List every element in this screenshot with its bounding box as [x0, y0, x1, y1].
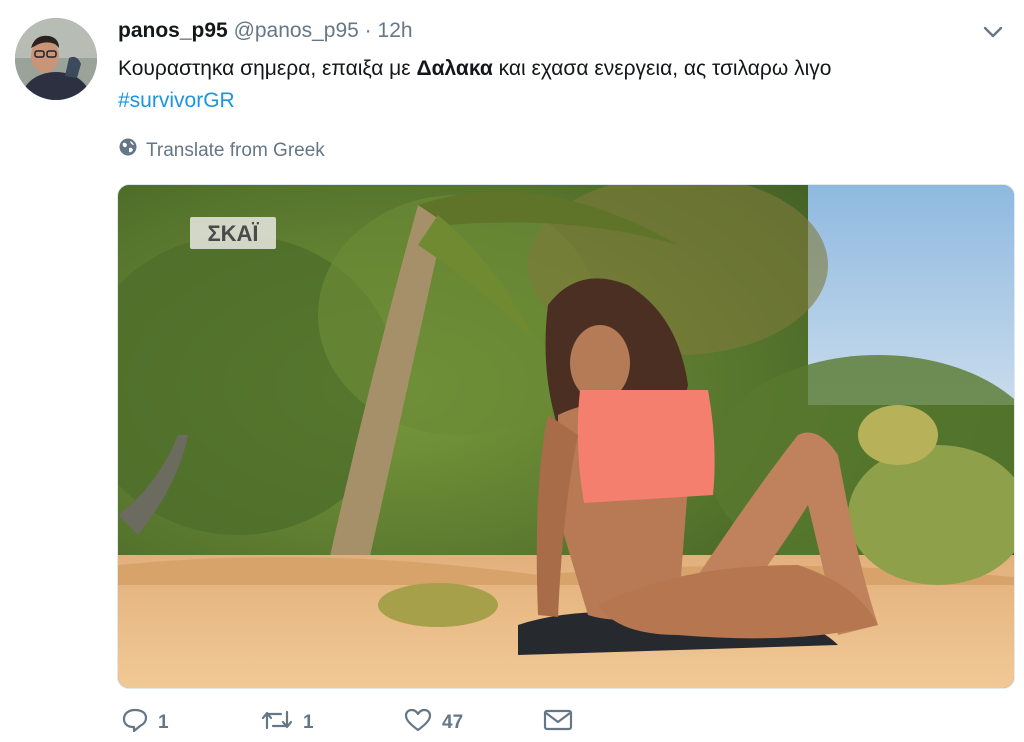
globe-icon	[118, 137, 138, 165]
retweet-count: 1	[303, 712, 314, 733]
avatar[interactable]	[15, 18, 97, 100]
reply-count: 1	[158, 712, 169, 733]
chevron-down-icon[interactable]	[980, 22, 1006, 42]
tweet-media-image[interactable]: ΣΚΑΪ	[117, 184, 1015, 689]
message-icon	[543, 708, 573, 738]
translate-link[interactable]: Translate from Greek	[118, 137, 325, 165]
like-button[interactable]: 47	[404, 708, 463, 738]
like-count: 47	[442, 712, 464, 733]
like-icon	[404, 708, 432, 738]
timestamp[interactable]: 12h	[378, 19, 413, 42]
reply-button[interactable]: 1	[122, 708, 169, 738]
tweet-actions: 1 1 47	[118, 708, 998, 742]
display-name[interactable]: panos_p95	[118, 19, 228, 42]
channel-logo-text: ΣΚΑΪ	[207, 221, 259, 246]
user-handle[interactable]: @panos_p95	[234, 19, 359, 42]
translate-label: Translate from Greek	[146, 140, 325, 161]
channel-logo: ΣΚΑΪ	[190, 217, 276, 249]
tweet-text-part: Κουραστηκα σημερα, επαιξα με	[118, 57, 417, 80]
retweet-button[interactable]: 1	[261, 708, 314, 738]
reply-icon	[122, 708, 148, 738]
tweet-text-part: και εχασα ενεργεια, ας τσιλαρω λιγο	[492, 57, 832, 80]
tweet-header: panos_p95 @panos_p95 · 12h	[118, 16, 413, 46]
separator-dot: ·	[364, 19, 372, 42]
tweet-text: Κουραστηκα σημερα, επαιξα με Δαλακα και …	[118, 53, 998, 117]
hashtag-link[interactable]: #survivorGR	[118, 89, 235, 112]
tweet-text-bold: Δαλακα	[416, 57, 493, 80]
retweet-icon	[261, 708, 293, 738]
direct-message-button[interactable]	[543, 708, 573, 738]
